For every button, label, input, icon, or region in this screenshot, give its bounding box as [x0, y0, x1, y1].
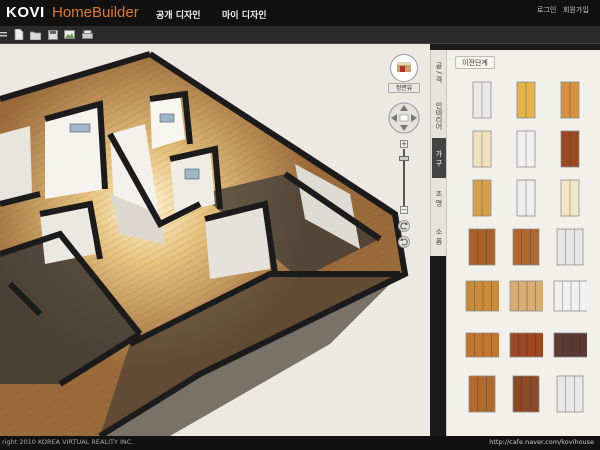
new-file-icon[interactable]	[13, 29, 24, 40]
furniture-item-wardrobe-long-brown[interactable]	[509, 325, 543, 365]
view-toggle[interactable]: 정면뷰	[388, 54, 420, 96]
top-bar: KOVI HomeBuilder 공개 디자인 마이 디자인 로그인 회원가입	[0, 0, 600, 26]
nav-public-designs[interactable]: 공개 디자인	[156, 8, 201, 21]
copyright-text: right 2010 KOREA VIRTUAL REALITY INC.	[2, 438, 134, 446]
signup-link[interactable]: 회원가입	[563, 5, 589, 15]
footer: right 2010 KOREA VIRTUAL REALITY INC. ht…	[0, 436, 600, 450]
furniture-item-wardrobe-long-oak[interactable]	[465, 325, 499, 365]
view-label: 정면뷰	[388, 83, 420, 93]
zoom-in-icon[interactable]: +	[400, 140, 408, 148]
furniture-item-wardrobe-white[interactable]	[509, 129, 543, 169]
floorplan-3d-render	[0, 44, 430, 436]
furniture-item-wardrobe-wide-light[interactable]	[509, 276, 543, 316]
zoom-handle[interactable]	[399, 156, 409, 161]
view-thumbnail	[390, 54, 418, 82]
tab-accessories[interactable]: 소 품	[432, 216, 446, 256]
pan-control[interactable]	[388, 102, 420, 134]
furniture-item-wardrobe-small-brown[interactable]	[465, 374, 499, 414]
save-icon[interactable]	[47, 29, 58, 40]
open-folder-icon[interactable]	[30, 29, 41, 40]
rotate-right-icon[interactable]	[398, 236, 410, 248]
logo-brand: KOVI	[6, 4, 45, 21]
furniture-panel: 이전단계	[446, 50, 600, 436]
furniture-item-wardrobe-cream-pair[interactable]	[553, 178, 587, 218]
logo-product: HomeBuilder	[52, 4, 139, 21]
rotate-left-icon[interactable]	[398, 220, 410, 232]
furniture-item-wardrobe-white-open[interactable]	[509, 178, 543, 218]
nav-my-designs[interactable]: 마이 디자인	[222, 8, 267, 21]
toolbar	[0, 26, 600, 44]
tab-structure[interactable]: 골 / 격	[432, 52, 446, 92]
furniture-item-wardrobe-cream[interactable]	[465, 129, 499, 169]
image-icon[interactable]	[64, 29, 75, 40]
menu-icon[interactable]	[0, 29, 8, 40]
cafe-link[interactable]: http://cafe.naver.com/kovihouse	[489, 438, 594, 446]
print-icon[interactable]	[82, 29, 93, 40]
zoom-slider[interactable]: + −	[398, 140, 410, 216]
3d-viewport[interactable]: 정면뷰 + −	[0, 44, 430, 436]
tab-interior[interactable]: 인테리어	[432, 96, 446, 136]
furniture-item-wardrobe-narrow-brown[interactable]	[465, 227, 499, 267]
tab-lighting[interactable]: 조 명	[432, 178, 446, 218]
furniture-item-wardrobe-white-wide[interactable]	[553, 227, 587, 267]
furniture-item-wardrobe-wide-oak[interactable]	[465, 276, 499, 316]
category-tabs: 골 / 격 인테리어 가 구 조 명 소 품	[430, 50, 446, 256]
furniture-item-wardrobe-triple-brown[interactable]	[509, 227, 543, 267]
furniture-item-wardrobe-oak[interactable]	[465, 178, 499, 218]
furniture-item-wardrobe-white-tall[interactable]	[465, 80, 499, 120]
zoom-out-icon[interactable]: −	[400, 206, 408, 214]
login-link[interactable]: 로그인	[537, 5, 556, 15]
furniture-item-wardrobe-yellow[interactable]	[509, 80, 543, 120]
tab-furniture[interactable]: 가 구	[432, 138, 446, 178]
prev-step-button[interactable]: 이전단계	[455, 56, 495, 69]
furniture-item-wardrobe-small-dark[interactable]	[509, 374, 543, 414]
furniture-item-wardrobe-wide-white[interactable]	[553, 276, 587, 316]
furniture-item-wardrobe-orange[interactable]	[553, 80, 587, 120]
furniture-item-wardrobe-dark-mix[interactable]	[553, 325, 587, 365]
furniture-item-wardrobe-brown[interactable]	[553, 129, 587, 169]
furniture-item-wardrobe-small-white[interactable]	[553, 374, 587, 414]
